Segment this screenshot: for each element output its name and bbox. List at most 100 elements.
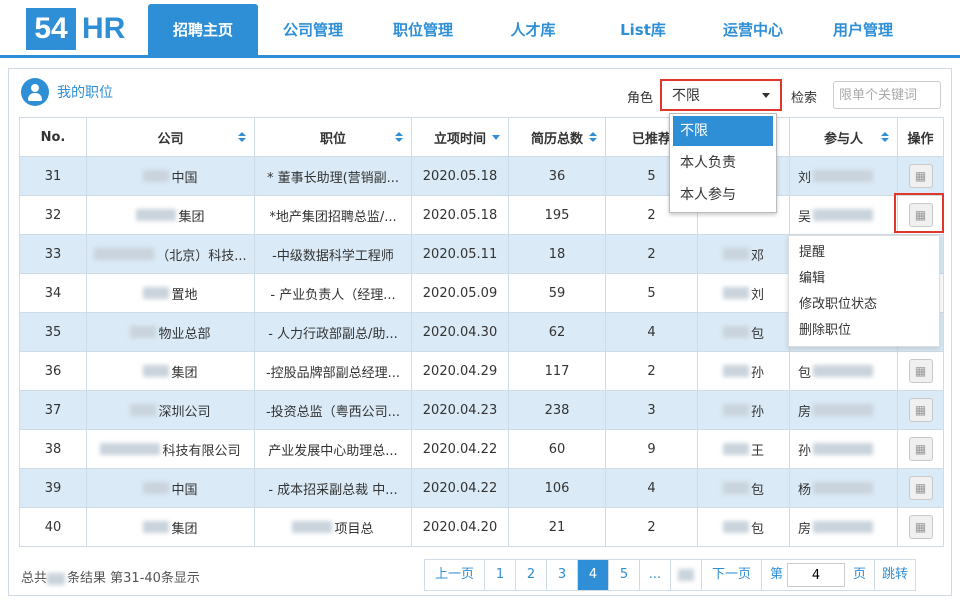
page-5[interactable]: 5: [609, 560, 640, 590]
cell-company[interactable]: 中国: [86, 468, 255, 508]
cell-resumes[interactable]: 106: [508, 468, 606, 508]
blurred-text: [143, 365, 170, 377]
blurred-text: [722, 521, 749, 533]
cell-company[interactable]: 置地: [86, 273, 255, 313]
row-action-menu-icon[interactable]: [908, 359, 933, 383]
cell-company[interactable]: （北京）科技...: [86, 234, 255, 274]
cell-participant: 杨: [789, 468, 898, 508]
cell-company[interactable]: 科技有限公司: [86, 429, 255, 469]
next-page-button[interactable]: 下一页: [702, 560, 762, 590]
blurred-text: [94, 248, 155, 260]
logo[interactable]: 54 HR: [26, 8, 125, 50]
col-position[interactable]: 职位: [254, 117, 412, 157]
jump-button[interactable]: 跳转: [875, 560, 915, 590]
cell-recommended[interactable]: 2: [605, 507, 698, 547]
menu-change-status[interactable]: 修改职位状态: [789, 292, 939, 318]
blurred-text: [130, 404, 157, 416]
cell-recommended[interactable]: 9: [605, 429, 698, 469]
page-3[interactable]: 3: [547, 560, 578, 590]
row-action-menu-icon[interactable]: [908, 203, 933, 227]
nav-user-management[interactable]: 用户管理: [808, 4, 918, 55]
cell-recommended[interactable]: 4: [605, 312, 698, 352]
cell-owner-text: 包: [750, 482, 764, 498]
cell-resumes[interactable]: 60: [508, 429, 606, 469]
cell-position[interactable]: -中级数据科学工程师: [254, 234, 412, 274]
cell-actions: [897, 351, 944, 391]
nav-company-management[interactable]: 公司管理: [258, 4, 368, 55]
cell-recommended-text: 9: [647, 441, 656, 457]
col-participant[interactable]: 参与人: [789, 117, 898, 157]
cell-position[interactable]: - 产业负责人（经理...: [254, 273, 412, 313]
col-date[interactable]: 立项时间: [411, 117, 509, 157]
blurred-text: [813, 209, 874, 221]
page-2[interactable]: 2: [516, 560, 547, 590]
cell-position[interactable]: *地产集团招聘总监/...: [254, 195, 412, 235]
nav-position-management[interactable]: 职位管理: [368, 4, 478, 55]
row-action-menu-icon[interactable]: [908, 437, 933, 461]
row-action-menu-icon[interactable]: [908, 515, 933, 539]
cell-no: 37: [19, 390, 87, 430]
role-option-responsible[interactable]: 本人负责: [673, 148, 773, 178]
prev-page-button[interactable]: 上一页: [425, 560, 485, 590]
cell-resumes[interactable]: 117: [508, 351, 606, 391]
page-number-input[interactable]: [787, 563, 846, 587]
cell-position[interactable]: -投资总监（粤西公司...: [254, 390, 412, 430]
blurred-text: [722, 443, 749, 455]
col-resumes[interactable]: 简历总数: [508, 117, 606, 157]
cell-recommended[interactable]: 2: [605, 351, 698, 391]
cell-resumes[interactable]: 238: [508, 390, 606, 430]
page-last[interactable]: [671, 560, 702, 590]
blurred-text: [722, 482, 749, 494]
blurred-text: [722, 326, 749, 338]
cell-position[interactable]: - 人力行政部副总/助...: [254, 312, 412, 352]
cell-position-text: -投资总监（粤西公司...: [265, 404, 401, 420]
cell-resumes-text: 21: [548, 519, 566, 535]
logo-number: 54: [26, 8, 76, 50]
cell-company[interactable]: 集团: [86, 507, 255, 547]
row-action-menu-icon[interactable]: [908, 476, 933, 500]
cell-date: 2020.04.29: [411, 351, 509, 391]
page-4-current[interactable]: 4: [578, 560, 609, 590]
cell-owner: 包: [697, 312, 790, 352]
cell-resumes[interactable]: 18: [508, 234, 606, 274]
cell-company[interactable]: 集团: [86, 351, 255, 391]
menu-remind[interactable]: 提醒: [789, 240, 939, 266]
row-action-menu-icon[interactable]: [908, 398, 933, 422]
cell-recommended[interactable]: 4: [605, 468, 698, 508]
cell-resumes[interactable]: 59: [508, 273, 606, 313]
col-company[interactable]: 公司: [86, 117, 255, 157]
cell-company[interactable]: 集团: [86, 195, 255, 235]
search-input[interactable]: [833, 81, 941, 109]
cell-no: 32: [19, 195, 87, 235]
cell-company[interactable]: 深圳公司: [86, 390, 255, 430]
cell-recommended[interactable]: 5: [605, 273, 698, 313]
role-select[interactable]: 不限: [660, 79, 782, 111]
cell-position[interactable]: -控股品牌部副总经理...: [254, 351, 412, 391]
blurred-text: [143, 170, 170, 182]
row-action-menu-icon[interactable]: [908, 164, 933, 188]
role-option-participant[interactable]: 本人参与: [673, 180, 773, 210]
cell-position[interactable]: - 成本招采副总裁 中...: [254, 468, 412, 508]
cell-position[interactable]: 项目总: [254, 507, 412, 547]
nav-operations-center[interactable]: 运营中心: [698, 4, 808, 55]
cell-position[interactable]: * 董事长助理(营销副...: [254, 156, 412, 196]
table-row: 37 深圳公司 -投资总监（粤西公司... 2020.04.23 238 3 孙 房: [19, 390, 944, 430]
cell-resumes[interactable]: 62: [508, 312, 606, 352]
cell-date-text: 2020.04.22: [422, 480, 498, 496]
nav-list-library[interactable]: List库: [588, 4, 698, 55]
cell-resumes[interactable]: 36: [508, 156, 606, 196]
menu-edit[interactable]: 编辑: [789, 266, 939, 292]
cell-resumes[interactable]: 195: [508, 195, 606, 235]
cell-recommended[interactable]: 3: [605, 390, 698, 430]
cell-position[interactable]: 产业发展中心助理总...: [254, 429, 412, 469]
search-label: 检索: [791, 91, 818, 106]
cell-company[interactable]: 中国: [86, 156, 255, 196]
cell-resumes[interactable]: 21: [508, 507, 606, 547]
nav-talent-pool[interactable]: 人才库: [478, 4, 588, 55]
menu-delete-position[interactable]: 删除职位: [789, 318, 939, 344]
nav-recruit-home[interactable]: 招聘主页: [148, 4, 258, 55]
cell-recommended[interactable]: 2: [605, 234, 698, 274]
role-option-all[interactable]: 不限: [673, 116, 773, 146]
page-1[interactable]: 1: [485, 560, 516, 590]
cell-company[interactable]: 物业总部: [86, 312, 255, 352]
